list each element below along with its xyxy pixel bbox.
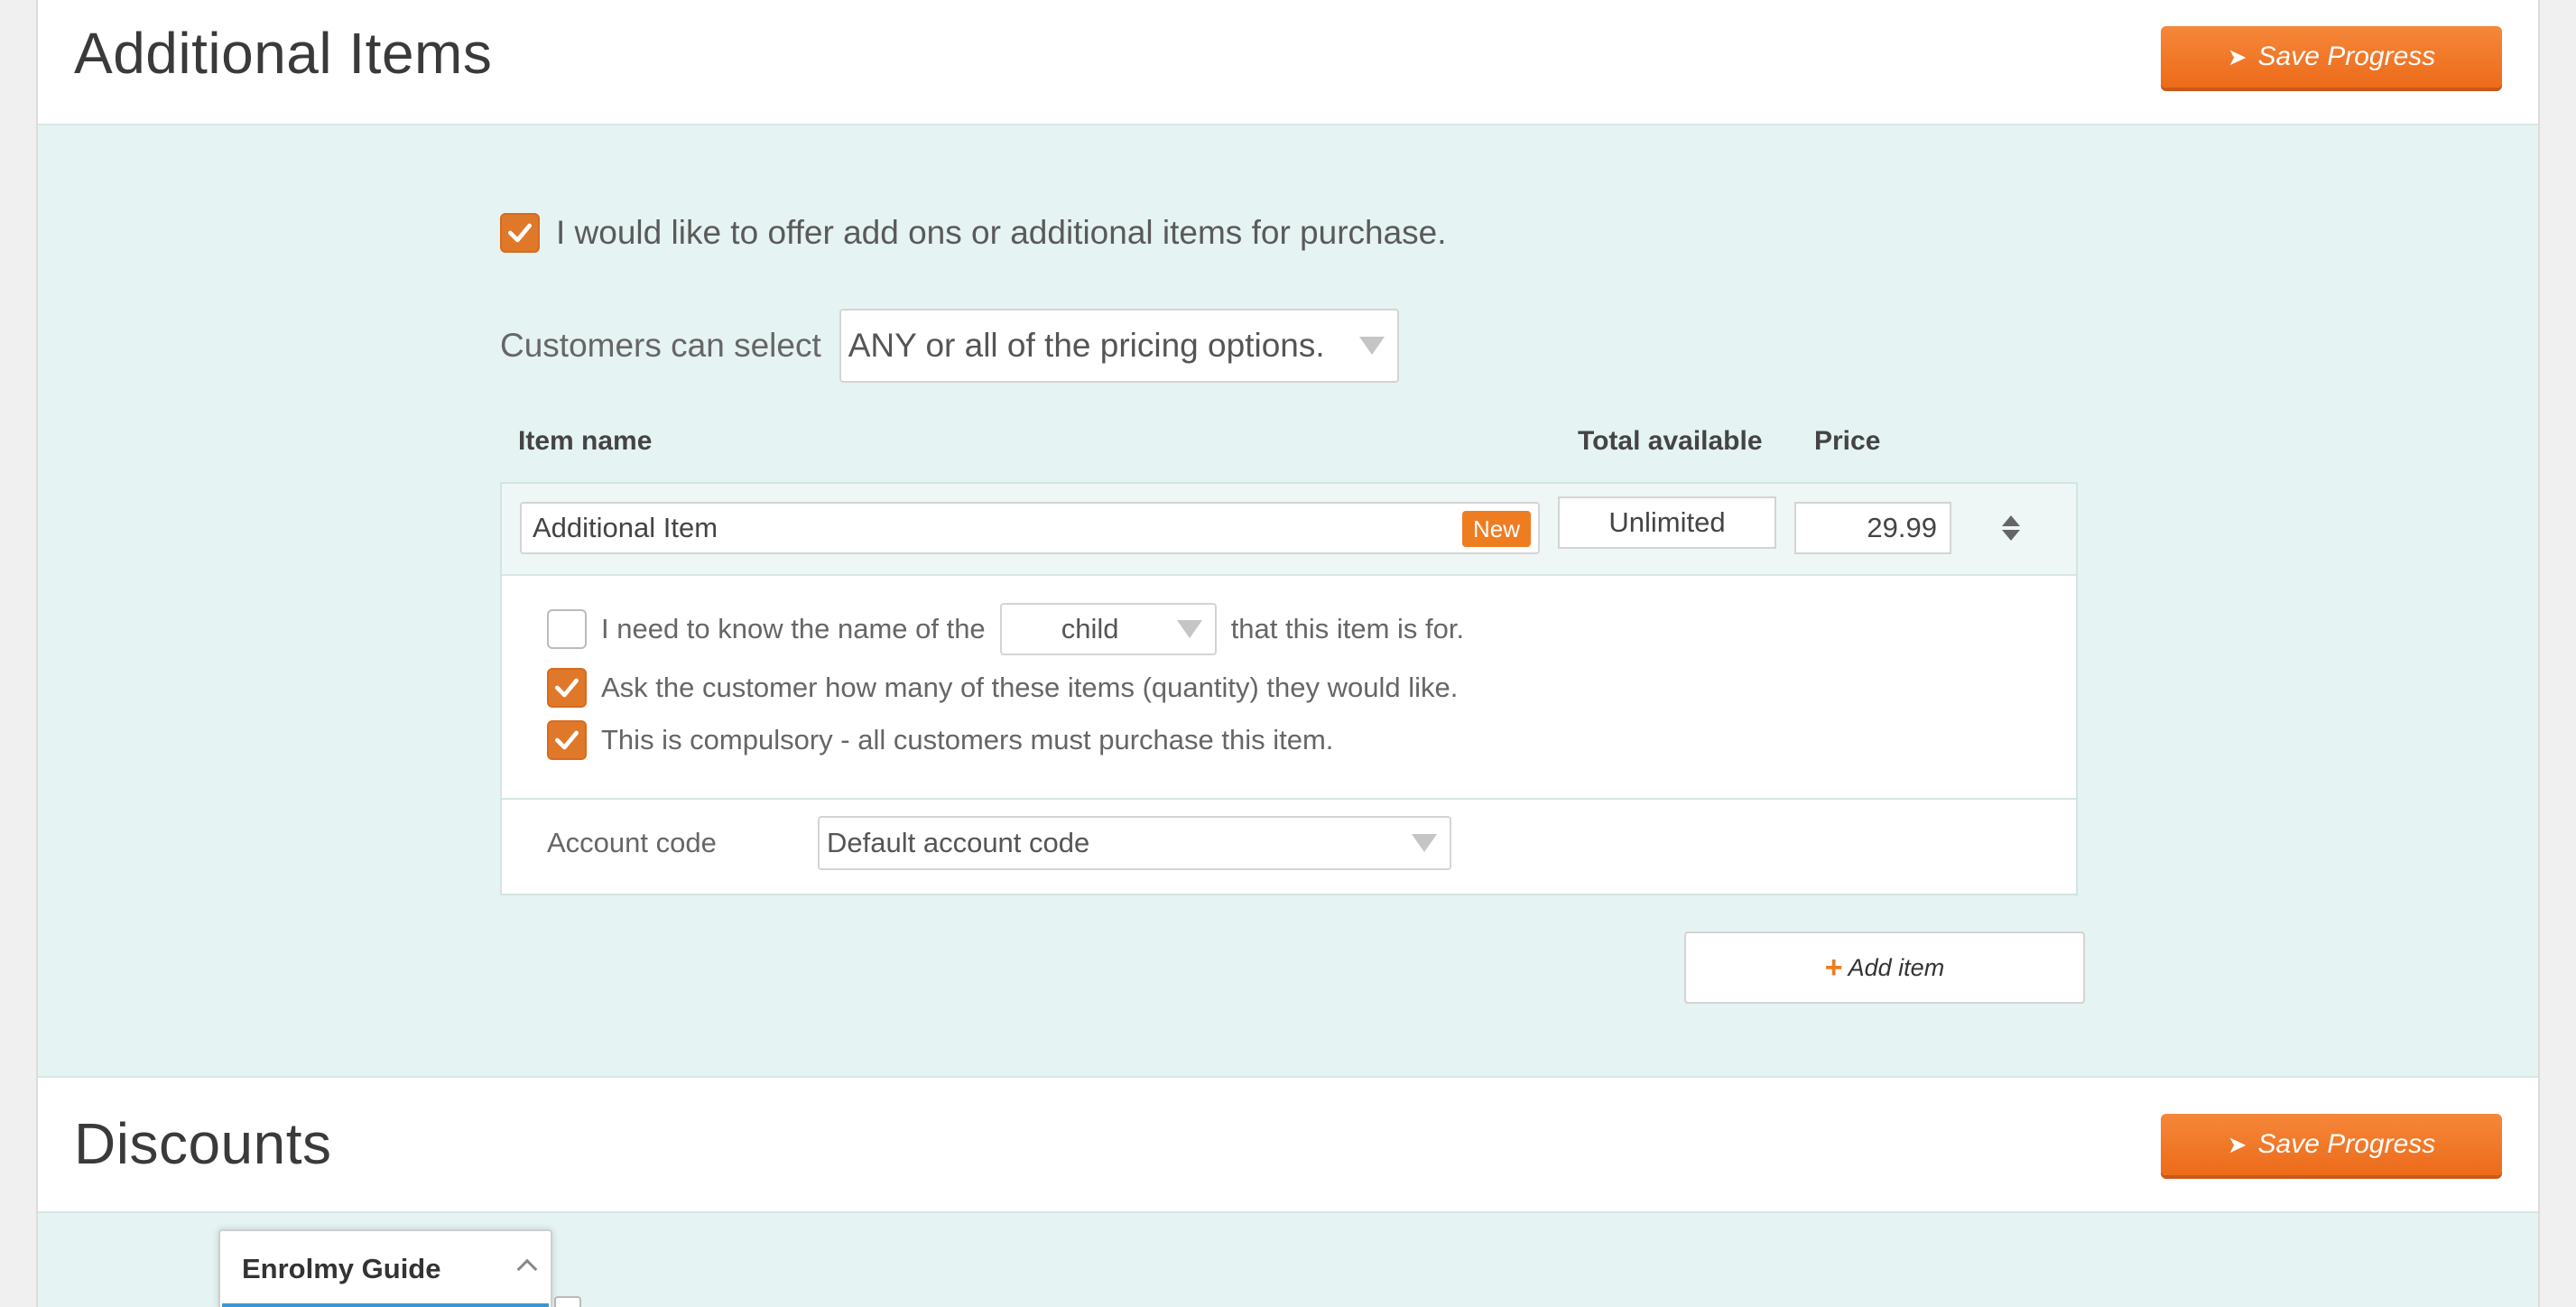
save-progress-button[interactable]: ➤ Save Progress [2161, 1114, 2502, 1175]
chevron-down-icon [1358, 337, 1385, 355]
compulsory-row: This is compulsory - all customers must … [547, 720, 1333, 760]
header-price: Price [1814, 426, 1881, 456]
participant-type-select[interactable]: child [999, 603, 1217, 655]
quantity-checkbox[interactable] [547, 668, 587, 708]
save-progress-label: Save Progress [2257, 1129, 2436, 1159]
sort-handle-icon[interactable] [2000, 513, 2022, 543]
price-value: 29.99 [1867, 512, 1937, 543]
chevron-down-icon [1412, 834, 1437, 852]
sort-up-icon [2002, 515, 2020, 526]
new-badge: New [1461, 511, 1531, 547]
guide-accent-bar [222, 1303, 549, 1307]
chevron-up-icon[interactable] [516, 1258, 538, 1280]
offer-addons-checkbox[interactable] [500, 213, 540, 253]
checkmark-icon [555, 678, 579, 698]
name-required-prefix: I need to know the name of the [601, 613, 986, 644]
header-total-available: Total available [1578, 426, 1763, 456]
item-card: Additional Item New Unlimited 29.99 I ne… [500, 482, 2078, 895]
item-row: Additional Item New Unlimited 29.99 [502, 484, 2076, 576]
plus-icon: + [1824, 950, 1843, 985]
compulsory-label: This is compulsory - all customers must … [601, 724, 1334, 755]
name-required-row: I need to know the name of the child tha… [547, 603, 1464, 655]
quantity-row: Ask the customer how many of these items… [547, 668, 1458, 708]
account-code-row: Account code Default account code [502, 798, 2076, 895]
sort-down-icon [2002, 530, 2020, 541]
account-code-label: Account code [547, 827, 717, 858]
quantity-label: Ask the customer how many of these items… [601, 672, 1459, 703]
total-available-input[interactable]: Unlimited [1558, 496, 1776, 549]
chevron-down-icon [1176, 620, 1202, 638]
item-name-value: Additional Item [533, 512, 718, 543]
participant-type-value: child [1061, 613, 1119, 644]
pricing-option-row: Customers can select ANY or all of the p… [500, 309, 1399, 383]
header-item-name: Item name [518, 426, 653, 456]
pricing-option-select[interactable]: ANY or all of the pricing options. [839, 309, 1399, 383]
add-item-button[interactable]: + Add item [1684, 932, 2085, 1004]
discounts-header: Discounts ➤ Save Progress [38, 1076, 2538, 1213]
price-input[interactable]: 29.99 [1794, 502, 1951, 554]
offer-addons-label: I would like to offer add ons or additio… [556, 214, 1447, 251]
save-progress-button[interactable]: ➤ Save Progress [2161, 26, 2502, 88]
add-item-label: Add item [1848, 953, 1945, 981]
pricing-option-label: Customers can select [500, 327, 821, 364]
section-title: Discounts [74, 1111, 332, 1176]
compulsory-checkbox[interactable] [547, 720, 587, 760]
arrow-right-icon: ➤ [2227, 1130, 2247, 1158]
additional-items-header: Additional Items ➤ Save Progress [38, 0, 2538, 125]
name-required-checkbox[interactable] [547, 609, 587, 649]
name-required-suffix: that this item is for. [1230, 613, 1465, 644]
enrolmy-guide-panel[interactable]: Enrolmy Guide [218, 1229, 552, 1307]
guide-title: Enrolmy Guide [242, 1253, 441, 1284]
account-code-value: Default account code [827, 827, 1090, 858]
total-available-value: Unlimited [1608, 506, 1726, 538]
offer-addons-row: I would like to offer add ons or additio… [500, 213, 1447, 253]
discount-checkbox[interactable] [554, 1296, 581, 1307]
pricing-option-value: ANY or all of the pricing options. [848, 327, 1325, 364]
arrow-right-icon: ➤ [2227, 42, 2247, 70]
account-code-select[interactable]: Default account code [818, 816, 1451, 870]
checkmark-icon [508, 223, 532, 243]
checkmark-icon [555, 730, 579, 750]
section-title: Additional Items [74, 21, 493, 86]
page: Additional Items ➤ Save Progress I would… [36, 0, 2540, 1307]
save-progress-label: Save Progress [2257, 42, 2436, 71]
item-name-input[interactable]: Additional Item New [520, 502, 1540, 554]
